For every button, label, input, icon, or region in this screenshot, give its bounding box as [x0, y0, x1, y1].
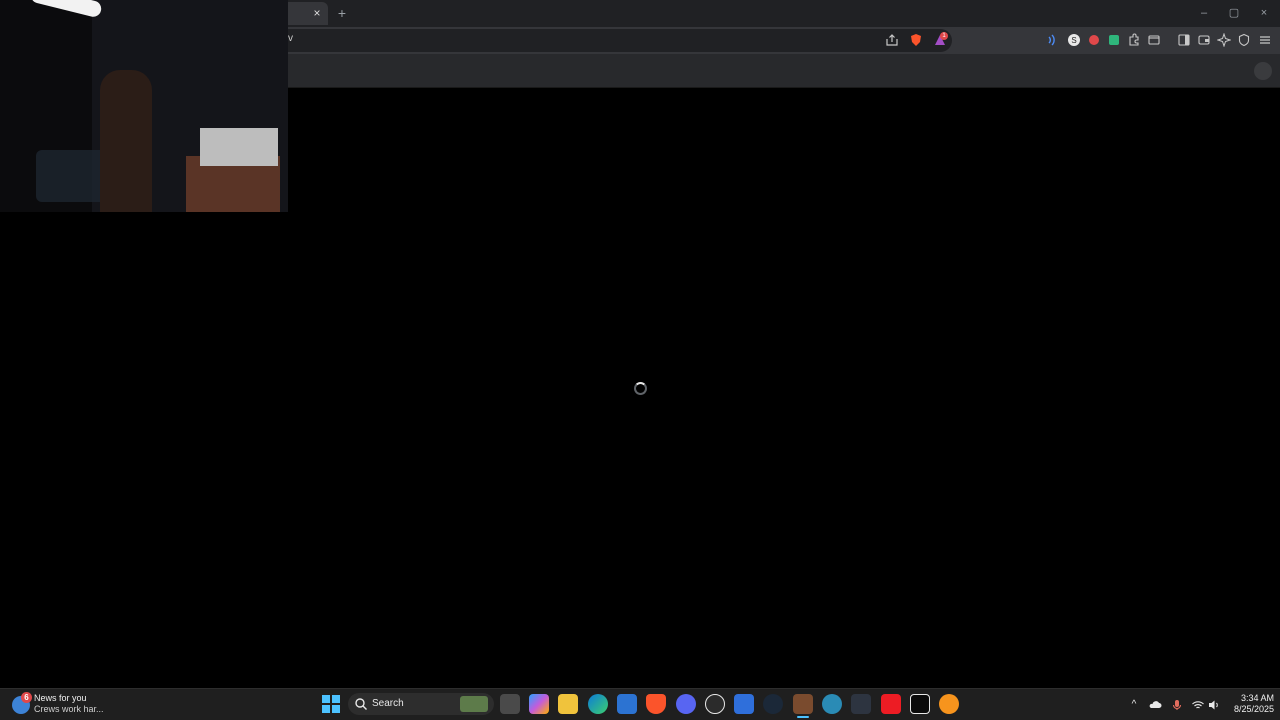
- menu-icon[interactable]: [1257, 32, 1273, 48]
- active-app-indicator: [797, 716, 809, 718]
- extension-badge: 1: [940, 32, 948, 40]
- amd-software-icon[interactable]: [881, 694, 901, 714]
- s-extension-icon[interactable]: S: [1066, 32, 1082, 48]
- search-highlight-icon: [460, 696, 488, 712]
- maximize-button[interactable]: ▢: [1224, 5, 1244, 21]
- tab-search-icon[interactable]: [1146, 32, 1162, 48]
- davinci-resolve-icon[interactable]: [851, 694, 871, 714]
- windows-taskbar: [0, 688, 1280, 720]
- webcam-person-arm: [100, 70, 152, 212]
- steam-icon[interactable]: [763, 694, 783, 714]
- discord-icon[interactable]: [676, 694, 696, 714]
- volume-icon[interactable]: [1207, 698, 1221, 712]
- file-explorer-icon[interactable]: [558, 694, 578, 714]
- record-icon[interactable]: [1086, 32, 1102, 48]
- leo-ai-icon[interactable]: [1216, 32, 1232, 48]
- tray-chevron-icon[interactable]: ^: [1127, 698, 1141, 712]
- share-icon[interactable]: [884, 32, 900, 48]
- loading-spinner: [634, 382, 647, 395]
- webcam-ceiling-light: [29, 0, 103, 19]
- wifi-icon[interactable]: [1191, 698, 1205, 712]
- todo-icon[interactable]: [734, 694, 754, 714]
- edge-icon[interactable]: [588, 694, 608, 714]
- task-view-icon[interactable]: [500, 694, 520, 714]
- fl-studio-icon[interactable]: [939, 694, 959, 714]
- sidebar-icon[interactable]: [1176, 32, 1192, 48]
- vpn-shield-icon[interactable]: [1236, 32, 1252, 48]
- search-icon: [355, 698, 367, 710]
- microphone-icon[interactable]: [1170, 698, 1184, 712]
- news-title[interactable]: News for you: [34, 693, 87, 703]
- profile-avatar[interactable]: [1254, 62, 1272, 80]
- brave-icon[interactable]: [646, 694, 666, 714]
- clock-time[interactable]: 3:34 AM: [1232, 693, 1274, 703]
- close-window-button[interactable]: ×: [1254, 5, 1274, 21]
- minimize-button[interactable]: –: [1194, 5, 1214, 21]
- chatgpt-icon[interactable]: [705, 694, 725, 714]
- webcam-device-box: [200, 128, 278, 166]
- tab-close-icon[interactable]: ×: [310, 6, 324, 20]
- capcut-icon[interactable]: [910, 694, 930, 714]
- webcam-overlay: [0, 0, 288, 212]
- brave-shields-icon[interactable]: [908, 32, 924, 48]
- copilot-icon[interactable]: [529, 694, 549, 714]
- extensions-puzzle-icon[interactable]: [1126, 32, 1142, 48]
- webcam-background-clutter: [36, 150, 106, 202]
- new-tab-button[interactable]: +: [334, 4, 350, 22]
- news-subtitle[interactable]: Crews work har...: [34, 704, 104, 714]
- svg-text:S: S: [1071, 36, 1076, 45]
- search-label: Search: [372, 698, 404, 709]
- news-badge: 6: [21, 692, 32, 703]
- sound-icon[interactable]: [1044, 32, 1060, 48]
- address-text: v: [288, 33, 293, 44]
- green-extension-icon[interactable]: [1106, 32, 1122, 48]
- globe-app-icon[interactable]: [822, 694, 842, 714]
- onedrive-icon[interactable]: [1148, 698, 1162, 712]
- address-bar[interactable]: v: [180, 29, 952, 52]
- clock-date[interactable]: 8/25/2025: [1226, 704, 1274, 714]
- game-app-icon[interactable]: [793, 694, 813, 714]
- microsoft-store-icon[interactable]: [617, 694, 637, 714]
- start-button[interactable]: [322, 695, 340, 713]
- wallet-icon[interactable]: [1196, 32, 1212, 48]
